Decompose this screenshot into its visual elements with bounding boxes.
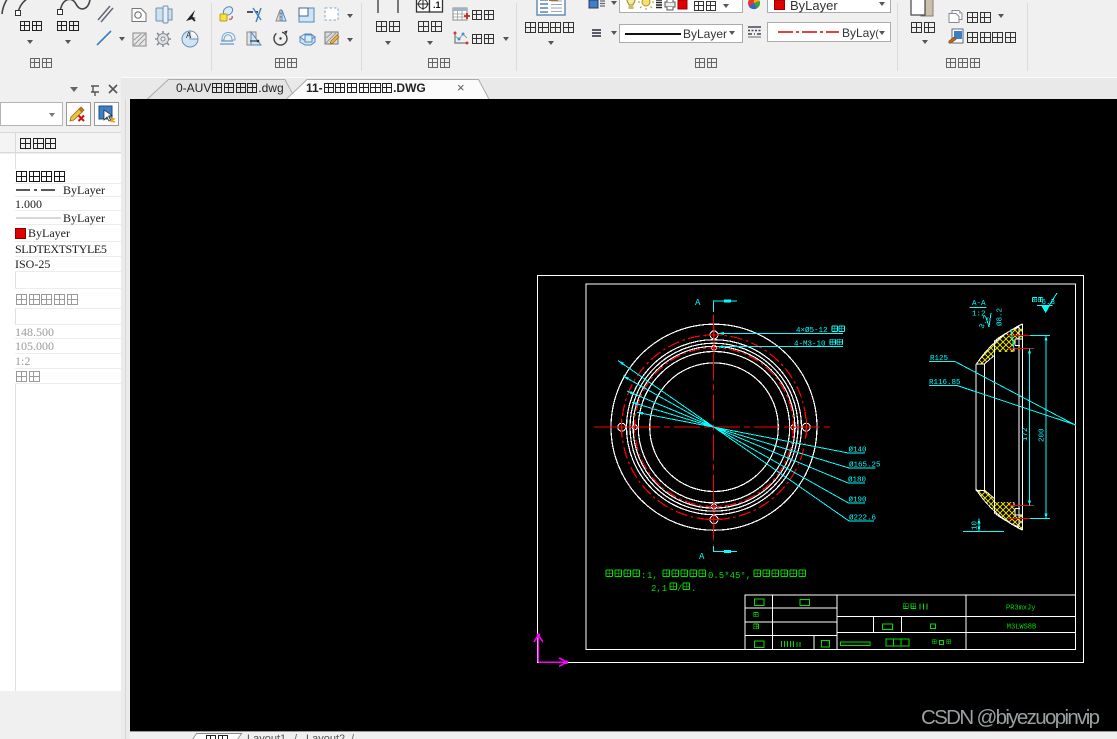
svg-text:A: A [699, 552, 705, 562]
svg-text:200: 200 [1039, 428, 1047, 442]
svg-text:.1: .1 [433, 0, 441, 10]
svg-text:M3LWS8B: M3LWS8B [1007, 624, 1036, 632]
svg-text:Ø190: Ø190 [849, 496, 868, 505]
svg-text:10: 10 [972, 520, 980, 530]
svg-text:PR3mxJy: PR3mxJy [1006, 605, 1035, 613]
svg-text:4-M3-10: 4-M3-10 [794, 340, 826, 348]
svg-text::: : [641, 571, 646, 581]
svg-text:1:2: 1:2 [972, 311, 986, 319]
svg-text:A: A [695, 298, 701, 308]
svg-text:Ø222.6: Ø222.6 [849, 514, 877, 523]
svg-text:0.5*45°,: 0.5*45°, [708, 571, 751, 581]
svg-text:Ø8.2: Ø8.2 [996, 308, 1005, 326]
svg-text:1,: 1, [647, 571, 658, 581]
svg-text:.: . [691, 584, 696, 594]
svg-text:4×Ø5-12: 4×Ø5-12 [796, 326, 828, 335]
svg-text:2,1: 2,1 [651, 584, 667, 594]
svg-text:Ø165.25: Ø165.25 [849, 461, 881, 470]
svg-text:A: A [186, 31, 192, 40]
svg-text:/: / [677, 584, 682, 594]
svg-text:172: 172 [1022, 427, 1030, 441]
svg-text:CSDN @biyezuopinvip: CSDN @biyezuopinvip [921, 706, 1100, 729]
svg-text:A-A: A-A [972, 300, 986, 308]
svg-text:Ø140: Ø140 [849, 446, 868, 455]
svg-text:R116.85: R116.85 [929, 379, 961, 387]
svg-text:Ø180: Ø180 [848, 476, 867, 485]
svg-text:R125: R125 [930, 355, 949, 363]
